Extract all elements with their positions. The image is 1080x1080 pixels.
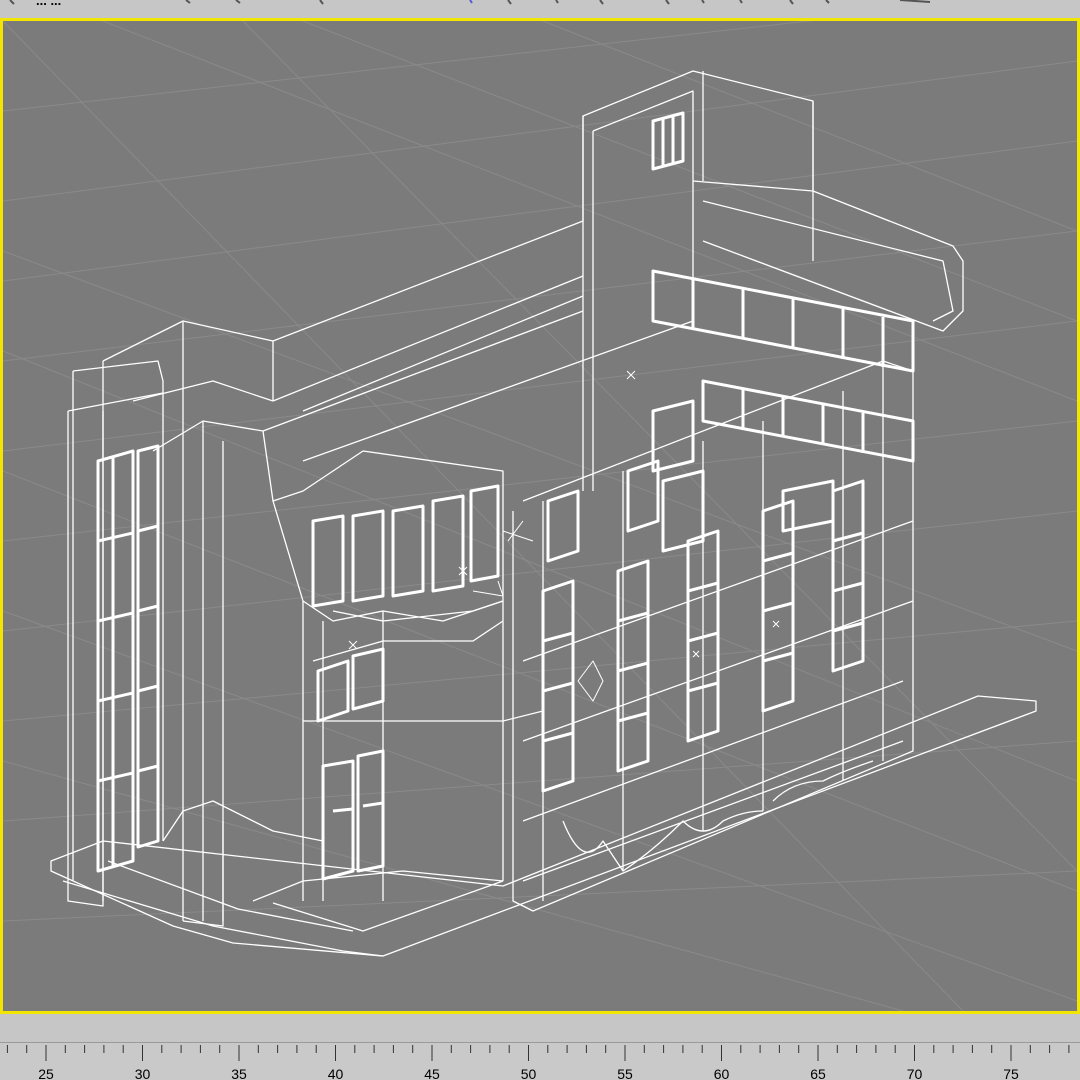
timeline-label: 25 (38, 1066, 54, 1080)
timeline-label: 45 (424, 1066, 440, 1080)
perspective-viewport[interactable] (0, 18, 1080, 1014)
building-wireframe (50, 70, 1037, 957)
timeline-ruler[interactable]: 25 30 35 40 45 50 55 60 65 70 75 (0, 1042, 1080, 1080)
timeline-label: 35 (231, 1066, 247, 1080)
max-app-window: ... ... 25 30 35 40 45 50 55 60 65 70 75 (0, 0, 1080, 1080)
viewport-toolbar-strip: ... ... (0, 0, 1080, 18)
timeline-label: 65 (810, 1066, 826, 1080)
timeline-ticks[interactable]: 25 30 35 40 45 50 55 60 65 70 75 (0, 1043, 1080, 1080)
timeline-label: 75 (1003, 1066, 1019, 1080)
ground-grid (3, 21, 1077, 1011)
status-strip (0, 1014, 1080, 1042)
wireframe-canvas[interactable] (3, 21, 1077, 1011)
timeline-label: 70 (907, 1066, 923, 1080)
timeline-label: 30 (135, 1066, 151, 1080)
timeline-label: 55 (617, 1066, 633, 1080)
timeline-label: 60 (714, 1066, 730, 1080)
timeline-label: 40 (328, 1066, 344, 1080)
toolbar-marks (9, 0, 931, 5)
timeline-label: 50 (521, 1066, 537, 1080)
